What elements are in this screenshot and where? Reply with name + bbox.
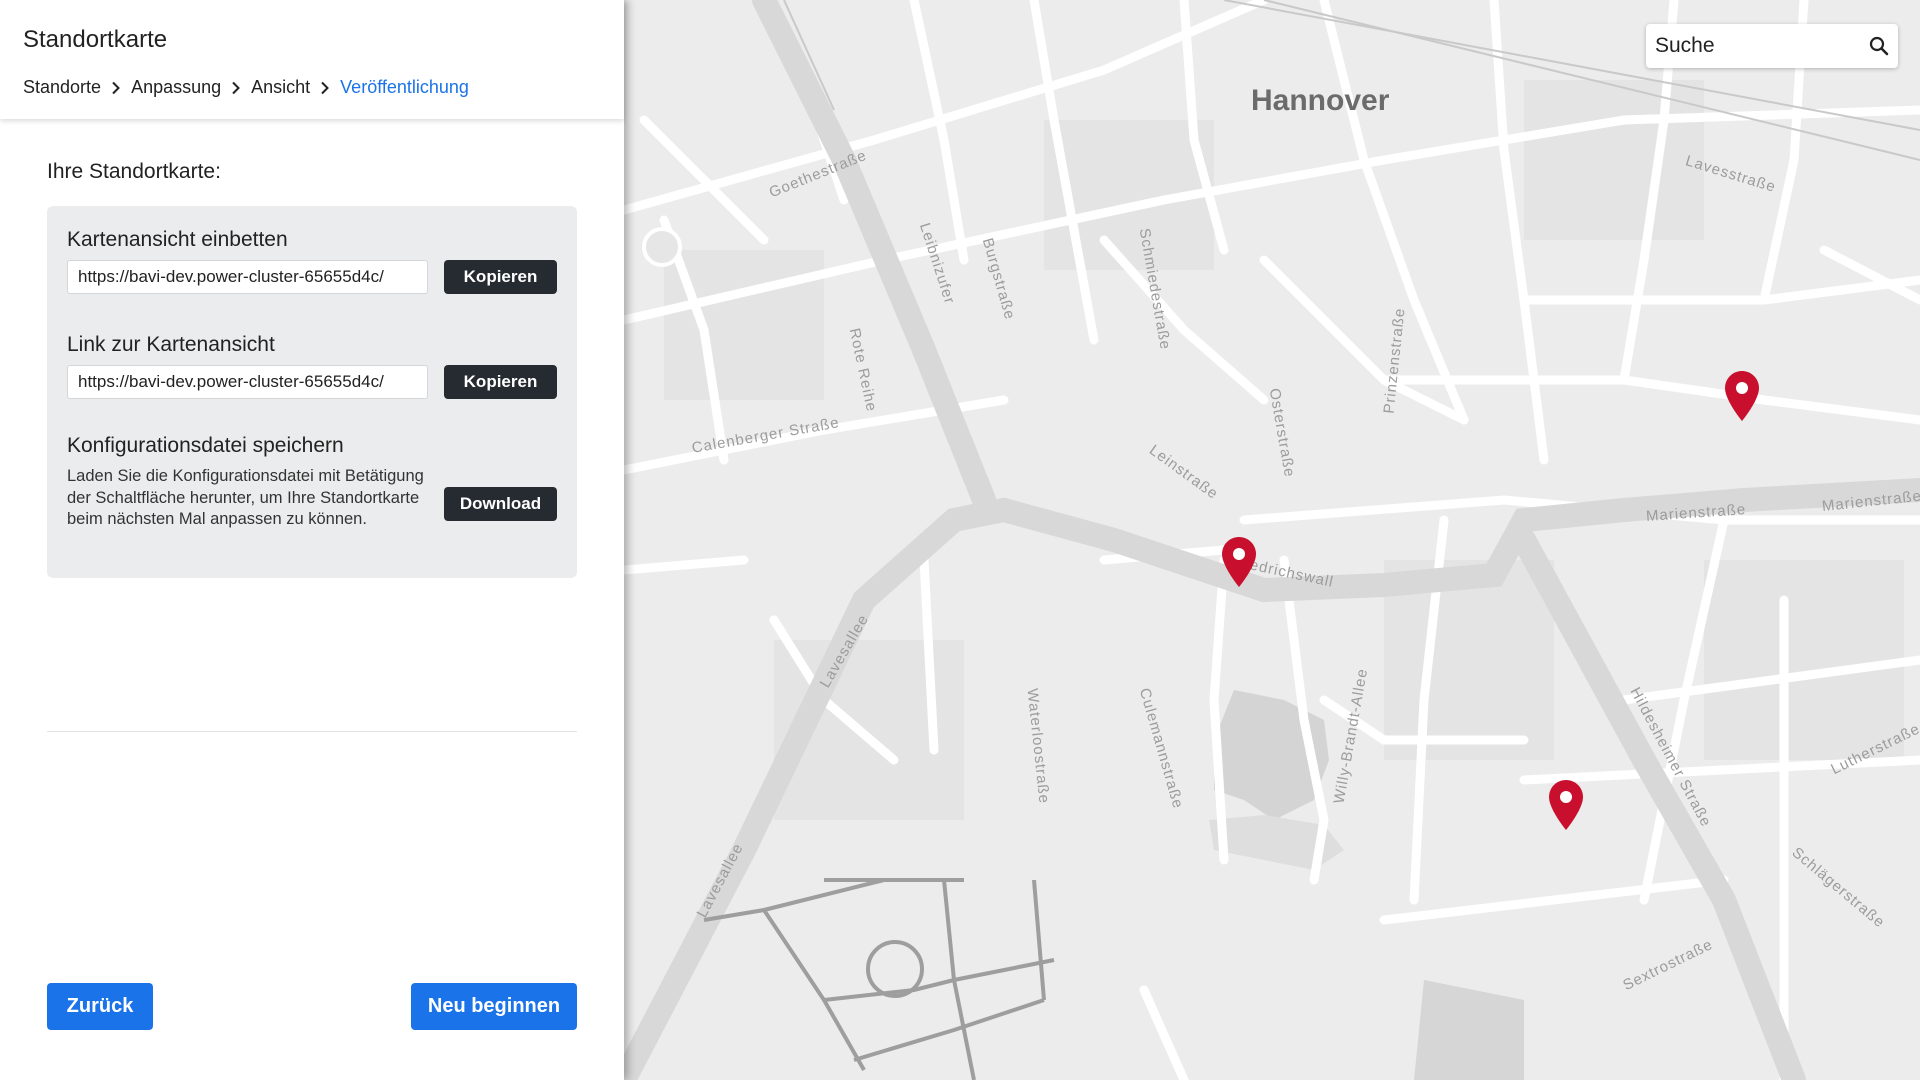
restart-button[interactable]: Neu beginnen: [411, 983, 577, 1030]
breadcrumb-item-veroeffentlichung[interactable]: Veröffentlichung: [340, 77, 469, 98]
config-description: Laden Sie die Konfigurationsdatei mit Be…: [67, 467, 424, 528]
copy-link-button[interactable]: Kopieren: [444, 365, 557, 399]
link-url-field[interactable]: [67, 365, 428, 399]
divider: [47, 731, 577, 732]
city-label: Hannover: [1251, 84, 1390, 117]
copy-embed-button[interactable]: Kopieren: [444, 260, 557, 294]
location-pin-icon[interactable]: [1724, 370, 1760, 422]
search-icon[interactable]: [1868, 35, 1890, 57]
back-button[interactable]: Zurück: [47, 983, 153, 1030]
map-search: [1646, 24, 1898, 68]
panel-header: Standortkarte Standorte Anpassung Ansich…: [0, 0, 624, 119]
map-view[interactable]: Hannover Goethestraße Leibnizufer Burgst…: [624, 0, 1920, 1080]
publish-options-card: Kartenansicht einbetten Kopieren Link zu…: [47, 206, 577, 578]
breadcrumb-item-ansicht[interactable]: Ansicht: [251, 77, 310, 98]
download-button[interactable]: Download: [444, 487, 557, 521]
chevron-right-icon: [310, 80, 340, 96]
chevron-right-icon: [101, 80, 131, 96]
breadcrumb-item-standorte[interactable]: Standorte: [23, 77, 101, 98]
config-title: Konfigurationsdatei speichern: [67, 434, 344, 457]
app-title: Standortkarte: [23, 26, 168, 53]
embed-title: Kartenansicht einbetten: [67, 228, 288, 251]
breadcrumb: Standorte Anpassung Ansicht Veröffentlic…: [23, 77, 469, 98]
chevron-right-icon: [221, 80, 251, 96]
location-pin-icon[interactable]: [1221, 536, 1257, 588]
link-title: Link zur Kartenansicht: [67, 333, 275, 356]
breadcrumb-item-anpassung[interactable]: Anpassung: [131, 77, 221, 98]
side-panel: Standortkarte Standorte Anpassung Ansich…: [0, 0, 624, 1080]
section-title: Ihre Standortkarte:: [47, 160, 221, 183]
search-input[interactable]: [1646, 24, 1860, 68]
location-pin-icon[interactable]: [1548, 779, 1584, 831]
map-canvas: [624, 0, 1920, 1080]
embed-url-field[interactable]: [67, 260, 428, 294]
